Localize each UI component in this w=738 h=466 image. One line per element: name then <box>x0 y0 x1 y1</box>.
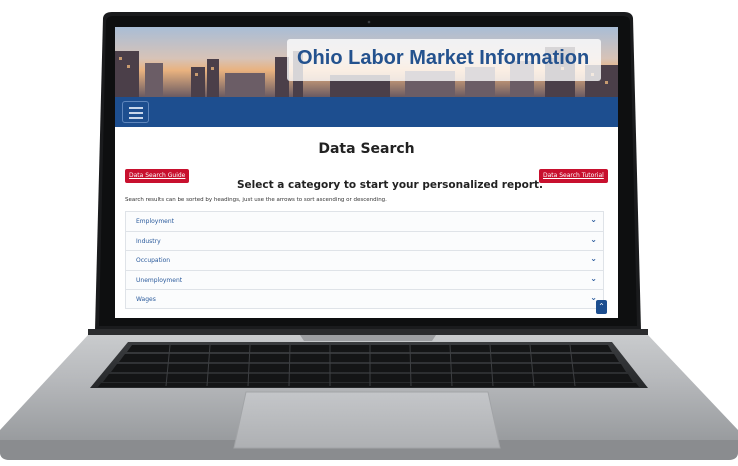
accordion-label: Wages <box>136 296 156 303</box>
accordion-label: Occupation <box>136 257 171 264</box>
hamburger-menu-icon[interactable] <box>122 101 149 123</box>
accordion-label: Employment <box>136 218 175 225</box>
accordion-label: Unemployment <box>136 276 183 284</box>
category-accordion: Employment ⌄ Industry ⌄ Occupation ⌄ Une… <box>125 211 604 309</box>
accordion-item-occupation[interactable]: Occupation ⌄ <box>125 250 604 270</box>
sort-helper-text: Search results can be sorted by headings… <box>125 197 387 203</box>
chevron-down-icon[interactable]: ⌄ <box>590 254 597 263</box>
chevron-up-icon[interactable]: ⌃ <box>596 300 607 314</box>
laptop-mockup: Ohio Labor Market Information Data Searc… <box>0 0 738 466</box>
category-prompt: Select a category to start your personal… <box>237 179 544 191</box>
accordion-item-wages[interactable]: Wages ⌄ <box>125 289 604 309</box>
page-title: Data Search <box>318 141 415 157</box>
chevron-down-icon[interactable]: ⌄ <box>590 274 597 283</box>
accordion-item-industry[interactable]: Industry ⌄ <box>125 230 604 250</box>
accordion-item-employment[interactable]: Employment ⌄ <box>125 211 604 231</box>
banner-title: Ohio Labor Market Information <box>297 47 590 69</box>
chevron-down-icon[interactable]: ⌄ <box>590 235 597 244</box>
main-content: Data Search Data Search Guide Data Searc… <box>115 127 618 318</box>
screen: Ohio Labor Market Information Data Searc… <box>115 27 618 318</box>
accordion-label: Industry <box>136 237 161 245</box>
site-banner: Ohio Labor Market Information <box>115 27 618 97</box>
chevron-down-icon[interactable]: ⌄ <box>590 215 597 224</box>
accordion-item-unemployment[interactable]: Unemployment ⌄ <box>125 269 604 289</box>
navbar <box>115 97 618 127</box>
